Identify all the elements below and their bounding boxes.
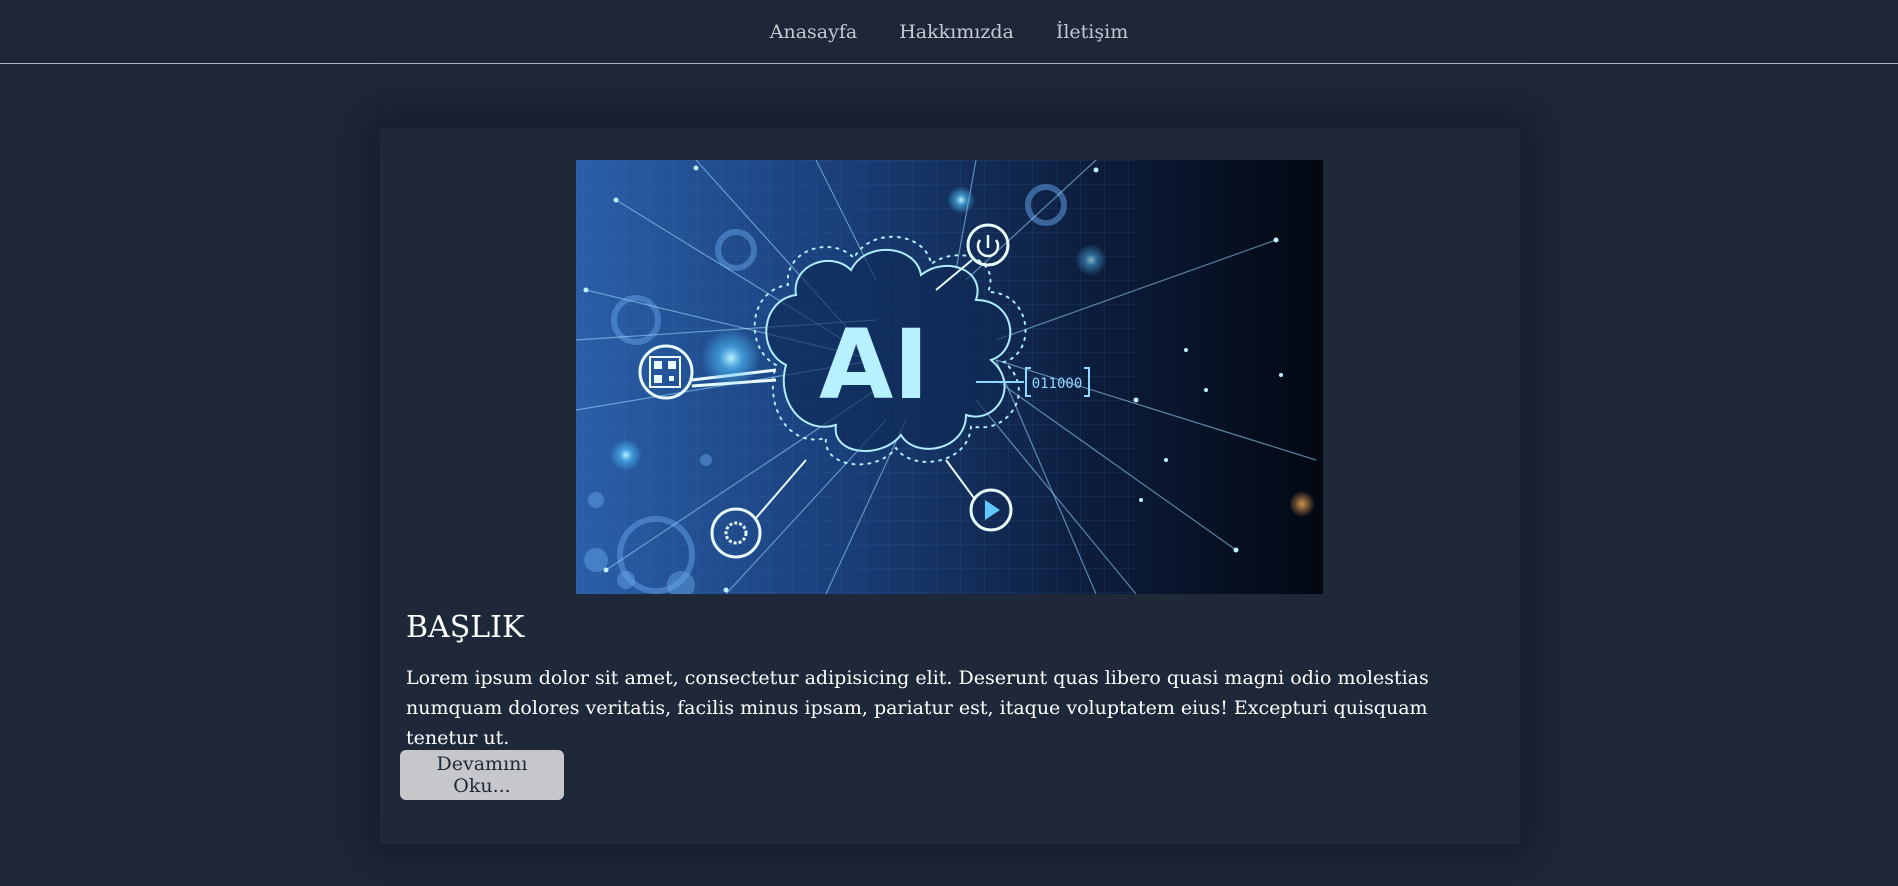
top-navbar: Anasayfa Hakkımızda İletişim	[0, 0, 1898, 64]
nav-link-home[interactable]: Anasayfa	[769, 21, 858, 43]
read-more-button[interactable]: Devamını Oku...	[400, 750, 564, 800]
hero-ai-text: AI	[819, 309, 929, 421]
post-card: AI 011000 BAŞLIK Lorem ipsum dolor sit a…	[380, 128, 1520, 844]
hero-binary-label: 011000	[1032, 376, 1083, 392]
nav-link-about[interactable]: Hakkımızda	[898, 21, 1015, 43]
post-hero-image: AI 011000	[576, 160, 1323, 594]
post-excerpt: Lorem ipsum dolor sit amet, consectetur …	[406, 667, 1429, 749]
nav-link-contact[interactable]: İletişim	[1055, 21, 1129, 43]
post-title: BAŞLIK	[406, 610, 525, 645]
